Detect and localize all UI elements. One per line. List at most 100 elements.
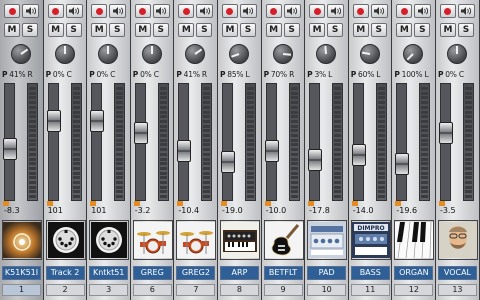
track-name-label[interactable]: ARP [219, 266, 259, 280]
midi-port-icon[interactable] [45, 220, 86, 260]
input-monitor-button[interactable] [327, 4, 345, 18]
volume-fader-handle[interactable] [264, 140, 279, 162]
solo-button[interactable]: S [22, 23, 38, 37]
volume-fader-handle[interactable] [3, 138, 17, 160]
pan-knob[interactable] [272, 44, 293, 64]
synth-plugin-icon[interactable] [307, 220, 348, 260]
record-arm-button[interactable] [4, 4, 20, 18]
electric-guitar-icon[interactable] [263, 220, 304, 260]
volume-fader-handle[interactable] [351, 144, 366, 166]
mute-button[interactable]: M [178, 23, 195, 37]
record-arm-button[interactable] [309, 4, 326, 18]
input-monitor-button[interactable] [22, 4, 39, 18]
mute-button[interactable]: M [4, 23, 20, 37]
mute-button[interactable]: M [265, 23, 282, 37]
track-name-label[interactable]: Kntkt51 [89, 266, 129, 280]
record-arm-button[interactable] [439, 4, 456, 18]
pan-knob[interactable] [98, 44, 119, 64]
pan-knob[interactable] [359, 44, 380, 64]
input-monitor-button[interactable] [196, 4, 214, 18]
input-monitor-button[interactable] [152, 4, 170, 18]
solo-button[interactable]: S [370, 23, 387, 37]
record-arm-button[interactable] [352, 4, 369, 18]
input-monitor-button[interactable] [457, 4, 475, 18]
pan-knob[interactable] [403, 44, 424, 64]
volume-fader-handle[interactable] [438, 122, 453, 144]
solo-button[interactable]: S [414, 23, 431, 37]
solo-button[interactable]: S [196, 23, 213, 37]
volume-fader-track[interactable] [133, 83, 148, 201]
volume-fader-track[interactable] [46, 83, 61, 201]
mute-button[interactable]: M [47, 23, 64, 37]
input-monitor-button[interactable] [239, 4, 257, 18]
volume-fader-track[interactable] [438, 83, 453, 201]
drum-kit-icon[interactable] [176, 220, 217, 260]
drum-kit-icon[interactable] [132, 220, 173, 260]
record-arm-button[interactable] [221, 4, 238, 18]
track-name-label[interactable]: PAD [307, 266, 347, 280]
volume-fader-track[interactable] [177, 83, 192, 201]
record-arm-button[interactable] [178, 4, 195, 18]
pan-knob[interactable] [54, 44, 75, 64]
pan-knob[interactable] [141, 44, 162, 64]
pan-knob[interactable] [446, 44, 467, 64]
solo-button[interactable]: S [109, 23, 126, 37]
solo-button[interactable]: S [65, 23, 82, 37]
record-arm-button[interactable] [134, 4, 151, 18]
track-name-label[interactable]: BASS [350, 266, 390, 280]
track-name-label[interactable]: BETFLT [263, 266, 303, 280]
volume-fader-track[interactable] [90, 83, 105, 201]
midi-port-icon[interactable] [89, 220, 130, 260]
solo-button[interactable]: S [327, 23, 344, 37]
volume-fader-handle[interactable] [46, 110, 61, 132]
volume-fader-track[interactable] [264, 83, 279, 201]
mute-button[interactable]: M [221, 23, 238, 37]
volume-fader-handle[interactable] [177, 140, 192, 162]
volume-fader-handle[interactable] [308, 149, 323, 171]
mute-button[interactable]: M [134, 23, 151, 37]
pan-knob[interactable] [185, 44, 206, 64]
bass-plugin-icon[interactable]: DIMPRO [350, 220, 391, 260]
volume-fader-track[interactable] [351, 83, 366, 201]
track-name-label[interactable]: Track 2 [45, 266, 85, 280]
input-monitor-button[interactable] [109, 4, 127, 18]
volume-fader-handle[interactable] [220, 151, 235, 173]
level-meter [70, 83, 82, 201]
mute-button[interactable]: M [352, 23, 369, 37]
volume-fader-handle[interactable] [90, 110, 105, 132]
singer-photo-icon[interactable] [437, 220, 478, 260]
record-arm-button[interactable] [91, 4, 108, 18]
record-arm-button[interactable] [396, 4, 413, 18]
input-monitor-button[interactable] [414, 4, 432, 18]
solo-button[interactable]: S [283, 23, 300, 37]
mute-button[interactable]: M [91, 23, 108, 37]
instrument-photo-icon[interactable] [2, 220, 42, 260]
volume-fader-track[interactable] [308, 83, 323, 201]
volume-fader-track[interactable] [395, 83, 410, 201]
mute-button[interactable]: M [439, 23, 456, 37]
volume-fader-handle[interactable] [395, 153, 410, 175]
solo-button[interactable]: S [239, 23, 256, 37]
piano-keys-icon[interactable] [394, 220, 435, 260]
track-name-label[interactable]: ORGAN [394, 266, 434, 280]
input-monitor-button[interactable] [370, 4, 388, 18]
track-name-label[interactable]: GREG2 [176, 266, 216, 280]
input-monitor-button[interactable] [65, 4, 83, 18]
volume-fader-track[interactable] [3, 83, 17, 201]
mute-button[interactable]: M [309, 23, 326, 37]
track-name-label[interactable]: GREG [132, 266, 172, 280]
track-name-label[interactable]: K51K51I [2, 266, 41, 280]
volume-fader-handle[interactable] [133, 122, 148, 144]
synth-keyboard-icon[interactable] [219, 220, 260, 260]
input-monitor-button[interactable] [283, 4, 301, 18]
pan-knob[interactable] [316, 44, 337, 64]
pan-knob[interactable] [11, 44, 31, 64]
track-name-label[interactable]: VOCAL [437, 266, 477, 280]
pan-knob[interactable] [228, 44, 249, 64]
record-arm-button[interactable] [265, 4, 282, 18]
solo-button[interactable]: S [457, 23, 474, 37]
volume-fader-track[interactable] [220, 83, 235, 201]
record-arm-button[interactable] [47, 4, 64, 18]
mute-button[interactable]: M [396, 23, 413, 37]
solo-button[interactable]: S [152, 23, 169, 37]
